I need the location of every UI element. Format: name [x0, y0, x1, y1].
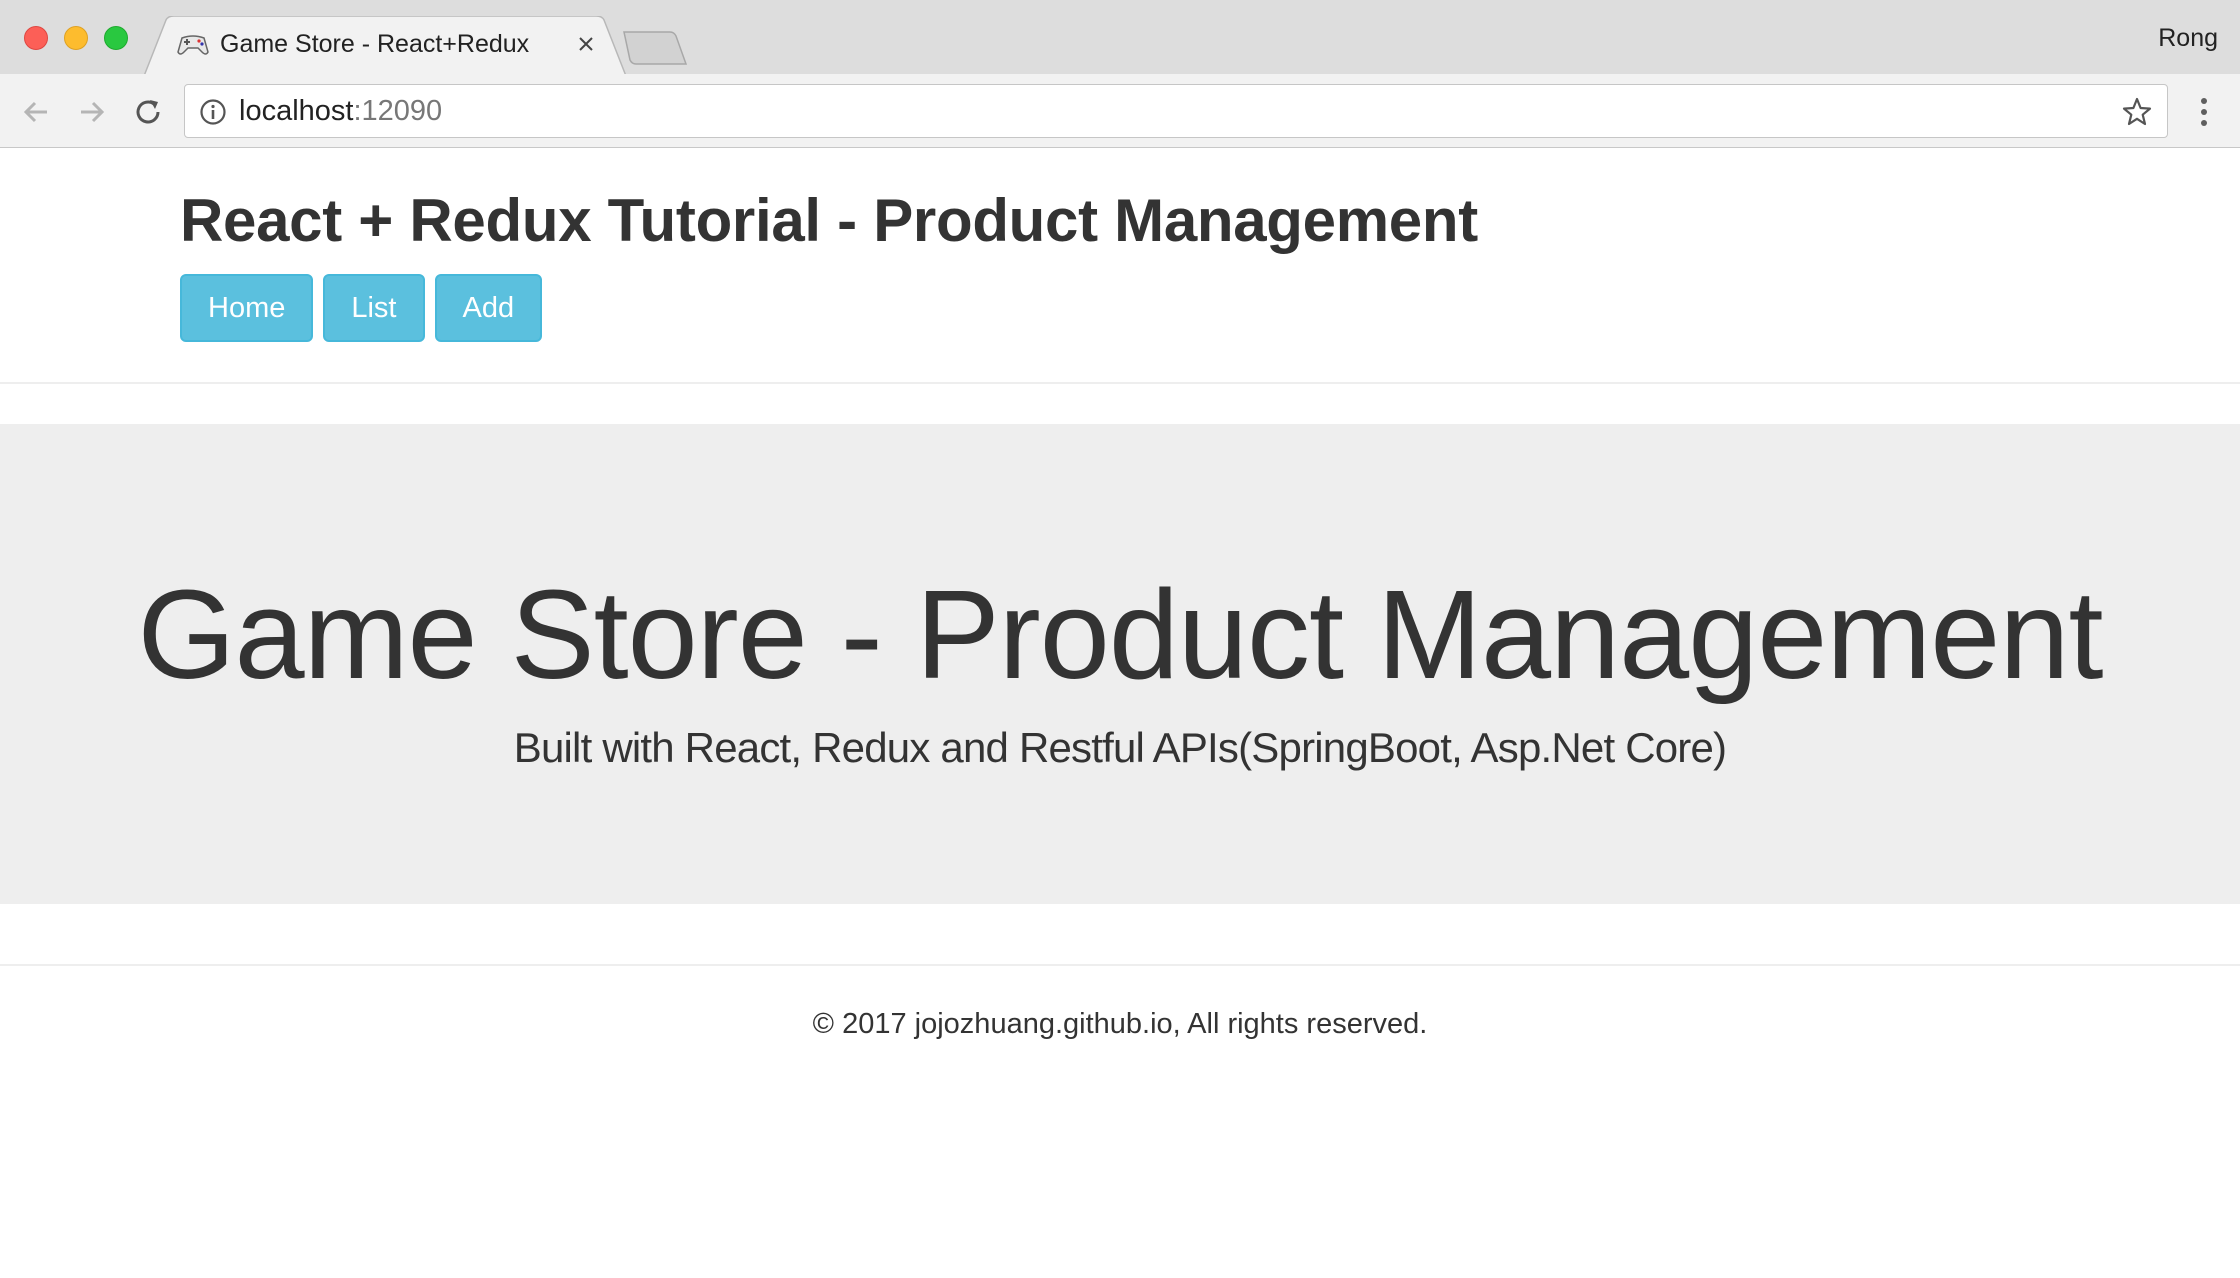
footer-copyright: © 2017 jojozhuang.github.io, All rights … — [812, 1008, 1428, 1040]
tab-close-icon[interactable] — [574, 32, 598, 56]
list-button[interactable]: List — [323, 274, 425, 342]
tab-title: Game Store - React+Redux — [220, 30, 530, 58]
maximize-window-button[interactable] — [104, 26, 128, 50]
address-bar[interactable]: localhost:12090 — [184, 84, 2168, 138]
star-icon[interactable] — [2121, 96, 2153, 128]
minimize-window-button[interactable] — [64, 26, 88, 50]
gamepad-icon — [177, 35, 209, 55]
close-window-button[interactable] — [24, 26, 48, 50]
info-icon[interactable] — [199, 98, 227, 126]
url-host: localhost — [239, 95, 354, 127]
jumbotron-title: Game Store - Product Management — [137, 564, 2104, 705]
app-title: React + Redux Tutorial - Product Managem… — [180, 187, 1478, 254]
main-nav: Home List Add — [180, 274, 543, 342]
jumbotron: Game Store - Product Management Built wi… — [0, 424, 2240, 904]
arrow-right-icon[interactable] — [74, 94, 110, 130]
jumbotron-subtitle: Built with React, Redux and Restful APIs… — [513, 724, 1727, 771]
browser-tab-active[interactable]: Game Store - React+Redux — [144, 16, 626, 76]
new-tab-button[interactable] — [620, 30, 690, 66]
page-content: React + Redux Tutorial - Product Managem… — [0, 148, 2240, 1278]
add-button[interactable]: Add — [434, 274, 543, 342]
url-text: localhost:12090 — [239, 95, 442, 128]
browser-tabstrip: Game Store - React+Redux Rong — [0, 0, 2240, 76]
reload-icon[interactable] — [130, 94, 166, 130]
home-button[interactable]: Home — [180, 274, 314, 342]
url-port: :12090 — [353, 95, 443, 127]
header-divider — [0, 382, 2240, 384]
footer-divider — [0, 964, 2240, 966]
kebab-menu-icon[interactable] — [2192, 94, 2216, 130]
browser-toolbar: localhost:12090 — [0, 74, 2240, 148]
arrow-left-icon[interactable] — [18, 94, 54, 130]
profile-name[interactable]: Rong — [2158, 24, 2218, 53]
